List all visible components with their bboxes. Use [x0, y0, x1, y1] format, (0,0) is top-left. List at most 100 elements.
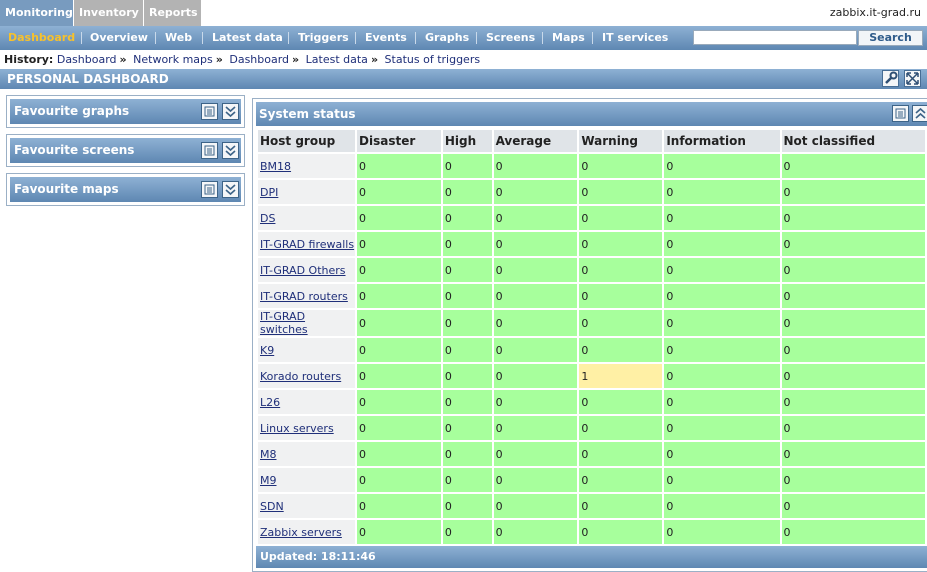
history-link[interactable]: Status of triggers	[385, 53, 481, 66]
severity-count-cell: 0	[493, 364, 578, 388]
severity-count-cell: 0	[357, 284, 441, 308]
host-group-link[interactable]: Zabbix servers	[260, 526, 342, 539]
menu-icon[interactable]	[201, 103, 218, 120]
search-button[interactable]: Search	[858, 30, 923, 46]
host-group-cell: BM18	[258, 154, 356, 178]
menu-maps[interactable]: Maps	[552, 26, 585, 50]
severity-count-cell: 0	[442, 258, 492, 282]
severity-count-cell: 0	[781, 390, 925, 414]
menu-separator	[155, 32, 156, 44]
host-group-link[interactable]: SDN	[260, 500, 284, 513]
menu-graphs[interactable]: Graphs	[425, 26, 469, 50]
favourite-graphs-widget: Favourite graphs	[6, 95, 245, 128]
host-group-link[interactable]: M8	[260, 448, 277, 461]
severity-count-cell: 0	[357, 180, 441, 204]
widget-title: System status	[259, 107, 356, 121]
search-input[interactable]	[693, 30, 857, 45]
menu-latest-data[interactable]: Latest data	[212, 26, 283, 50]
history-link[interactable]: Latest data	[306, 53, 368, 66]
severity-count-cell: 0	[664, 154, 780, 178]
table-header-row: Host group Disaster High Average Warning…	[258, 130, 925, 152]
collapse-icon[interactable]	[912, 105, 927, 122]
host-group-cell: K9	[258, 338, 356, 362]
severity-count-cell: 0	[579, 416, 663, 440]
severity-count-cell: 0	[579, 284, 663, 308]
host-group-link[interactable]: K9	[260, 344, 274, 357]
severity-count-cell: 0	[357, 468, 441, 492]
host-group-link[interactable]: Korado routers	[260, 370, 341, 383]
severity-count-cell: 0	[357, 338, 441, 362]
host-group-link[interactable]: M9	[260, 474, 277, 487]
table-row: IT-GRAD Others 0 0 0 0 0 0	[258, 258, 925, 282]
severity-count-cell: 0	[664, 180, 780, 204]
severity-count-cell: 0	[579, 338, 663, 362]
menu-separator	[355, 32, 356, 44]
host-group-link[interactable]: L26	[260, 396, 280, 409]
host-group-link[interactable]: BM18	[260, 160, 291, 173]
severity-count-cell: 0	[493, 520, 578, 544]
tab-reports[interactable]: Reports	[144, 0, 201, 26]
updated-time: Updated: 18:11:46	[260, 550, 376, 563]
severity-count-cell: 0	[493, 180, 578, 204]
fullscreen-icon[interactable]	[904, 70, 921, 87]
menu-icon[interactable]	[201, 142, 218, 159]
severity-count-cell: 0	[664, 338, 780, 362]
menu-triggers[interactable]: Triggers	[298, 26, 349, 50]
host-group-cell: Korado routers	[258, 364, 356, 388]
severity-count-cell: 0	[493, 284, 578, 308]
history-link[interactable]: Dashboard	[57, 53, 117, 66]
table-row: M8 0 0 0 0 0 0	[258, 442, 925, 466]
host-group-link[interactable]: IT-GRAD switches	[260, 310, 308, 336]
configure-icon[interactable]	[882, 70, 899, 87]
breadcrumb: History: Dashboard» Network maps» Dashbo…	[4, 53, 481, 66]
severity-count-cell: 0	[781, 520, 925, 544]
host-group-link[interactable]: IT-GRAD firewalls	[260, 238, 354, 251]
severity-count-cell: 0	[493, 258, 578, 282]
menu-icon[interactable]	[892, 105, 909, 122]
host-group-cell: M8	[258, 442, 356, 466]
page-title: PERSONAL DASHBOARD	[7, 72, 169, 86]
severity-count-cell: 0	[781, 494, 925, 518]
host-group-link[interactable]: DPI	[260, 186, 278, 199]
host-group-cell: L26	[258, 390, 356, 414]
menu-web[interactable]: Web	[165, 26, 192, 50]
severity-count-cell: 0	[781, 232, 925, 256]
menu-separator	[288, 32, 289, 44]
menu-it-services[interactable]: IT services	[602, 26, 668, 50]
host-group-cell: IT-GRAD firewalls	[258, 232, 356, 256]
severity-count-cell: 0	[664, 258, 780, 282]
menu-separator	[592, 32, 593, 44]
severity-count-cell: 0	[664, 468, 780, 492]
table-row: BM18 0 0 0 0 0 0	[258, 154, 925, 178]
collapse-icon[interactable]	[222, 142, 239, 159]
severity-count-cell: 0	[664, 310, 780, 336]
tab-inventory[interactable]: Inventory	[74, 0, 143, 26]
menu-dashboard[interactable]: Dashboard	[8, 26, 75, 50]
host-group-link[interactable]: IT-GRAD routers	[260, 290, 348, 303]
menu-separator	[202, 32, 203, 44]
severity-count-cell: 0	[357, 416, 441, 440]
menu-icon[interactable]	[201, 181, 218, 198]
severity-count-cell: 0	[781, 364, 925, 388]
menu-separator	[542, 32, 543, 44]
menu-screens[interactable]: Screens	[486, 26, 535, 50]
collapse-icon[interactable]	[222, 181, 239, 198]
severity-count-cell: 0	[357, 520, 441, 544]
history-link[interactable]: Dashboard	[229, 53, 289, 66]
severity-count-cell: 0	[442, 180, 492, 204]
host-group-link[interactable]: DS	[260, 212, 275, 225]
collapse-icon[interactable]	[222, 103, 239, 120]
history-link[interactable]: Network maps	[133, 53, 213, 66]
host-group-link[interactable]: IT-GRAD Others	[260, 264, 346, 277]
severity-count-cell: 0	[781, 258, 925, 282]
severity-count-cell: 0	[781, 310, 925, 336]
menu-events[interactable]: Events	[365, 26, 407, 50]
site-name: zabbix.it-grad.ru	[829, 6, 921, 19]
history-label: History:	[4, 53, 54, 66]
severity-count-cell: 0	[357, 364, 441, 388]
tab-monitoring[interactable]: Monitoring	[0, 0, 73, 26]
menu-separator	[415, 32, 416, 44]
severity-count-cell: 0	[781, 206, 925, 230]
menu-overview[interactable]: Overview	[90, 26, 148, 50]
host-group-link[interactable]: Linux servers	[260, 422, 334, 435]
